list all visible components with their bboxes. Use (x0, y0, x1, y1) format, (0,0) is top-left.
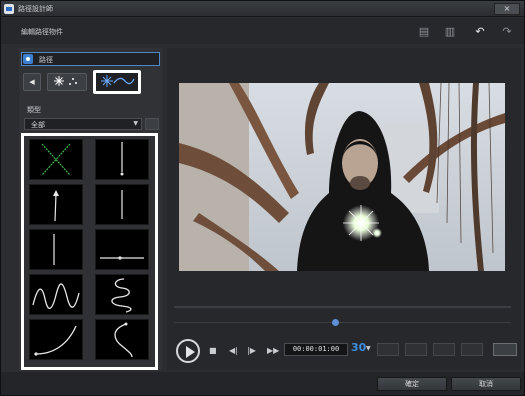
path-library-icon (23, 54, 33, 64)
category-label: 類型 (27, 106, 41, 114)
curve-s-path-icon (114, 322, 133, 358)
stop-button[interactable]: ■ (209, 346, 217, 355)
sub-header: 編輯路徑物件 ▤ ▥ ↶ ↷ (1, 18, 524, 44)
vertical-line-2-path-icon (53, 234, 55, 265)
dialog-footer: 確定 取消 (1, 372, 524, 395)
ok-button[interactable]: 確定 (377, 377, 447, 391)
playback-controls: ■ ◀| |▶ ▶▶ 00:00:01:00 30 ▼ (167, 333, 521, 363)
arrow-up-path-icon (53, 190, 59, 222)
cancel-button[interactable]: 取消 (451, 377, 521, 391)
wave-path-icon (32, 283, 80, 309)
category-dropdown[interactable]: 全部 ▼ (24, 118, 142, 130)
previous-frame-button[interactable]: ◀| (229, 346, 238, 355)
mark-out-button[interactable] (405, 343, 427, 356)
go-to-out-button[interactable] (461, 343, 483, 356)
preview-panel: ■ ◀| |▶ ▶▶ 00:00:01:00 30 ▼ (167, 48, 521, 370)
timeline-track[interactable] (174, 306, 511, 308)
path-library-panel: 路徑 ◀ 類型 全部 ▼ (19, 48, 162, 370)
particle-icon (54, 76, 77, 86)
path-thumb-curve-up[interactable] (29, 319, 83, 360)
playhead-handle[interactable] (332, 319, 339, 326)
back-button[interactable]: ◀ (23, 73, 41, 91)
paste-icon[interactable]: ▥ (441, 24, 459, 40)
next-frame-button[interactable]: |▶ (247, 346, 256, 355)
path-thumb-wave[interactable] (29, 274, 83, 315)
vertical-down-path-icon (120, 142, 124, 176)
type-selector: ◀ (23, 70, 161, 94)
chevron-down-icon: ▼ (133, 120, 138, 127)
position-track[interactable] (174, 322, 511, 323)
cross-path-icon (41, 143, 71, 176)
preview-mode-button[interactable] (493, 343, 517, 356)
path-thumb-cross[interactable] (29, 139, 83, 180)
category-value: 全部 (31, 121, 45, 129)
import-button[interactable] (145, 118, 159, 130)
path-icon (101, 75, 135, 87)
play-button[interactable] (176, 339, 200, 363)
fast-forward-button[interactable]: ▶▶ (267, 346, 279, 355)
go-to-in-button[interactable] (433, 343, 455, 356)
path-thumbnail-grid (21, 133, 158, 370)
app-icon (4, 4, 14, 14)
path-thumb-spiral[interactable] (95, 274, 149, 315)
path-thumb-curve-s[interactable] (95, 319, 149, 360)
title-bar: 路徑設計師 × (1, 1, 524, 17)
video-preview[interactable] (179, 83, 505, 271)
copy-icon[interactable]: ▤ (415, 24, 433, 40)
undo-icon[interactable]: ↶ (471, 24, 489, 40)
section-title: 編輯路徑物件 (21, 28, 63, 36)
window-title: 路徑設計師 (18, 5, 53, 13)
path-thumb-arrow-up[interactable] (29, 184, 83, 225)
chevron-down-icon: ▼ (366, 345, 371, 352)
vertical-line-path-icon (121, 190, 123, 219)
path-type-button[interactable] (93, 70, 141, 94)
library-tab-label: 路徑 (39, 56, 53, 64)
path-thumb-vertical-line-2[interactable] (29, 229, 83, 270)
horizontal-line-path-icon (100, 256, 144, 260)
particle-type-button[interactable] (47, 73, 87, 91)
path-designer-window: 路徑設計師 × 編輯路徑物件 ▤ ▥ ↶ ↷ 路徑 ◀ 類型 全部 ▼ ■ ◀|… (0, 0, 525, 396)
path-thumb-vertical-line[interactable] (95, 184, 149, 225)
library-tab[interactable]: 路徑 (21, 52, 160, 66)
mark-in-button[interactable] (377, 343, 399, 356)
curve-up-path-icon (34, 325, 77, 356)
path-thumb-vertical-down[interactable] (95, 139, 149, 180)
spiral-path-icon (111, 278, 132, 313)
preview-frame-image (179, 83, 505, 271)
timecode-display[interactable]: 00:00:01:00 (284, 343, 348, 356)
redo-icon[interactable]: ↷ (498, 24, 516, 40)
path-thumb-horizontal-line[interactable] (95, 229, 149, 270)
fps-selector[interactable]: 30 (351, 341, 366, 354)
close-icon[interactable]: × (494, 3, 520, 15)
